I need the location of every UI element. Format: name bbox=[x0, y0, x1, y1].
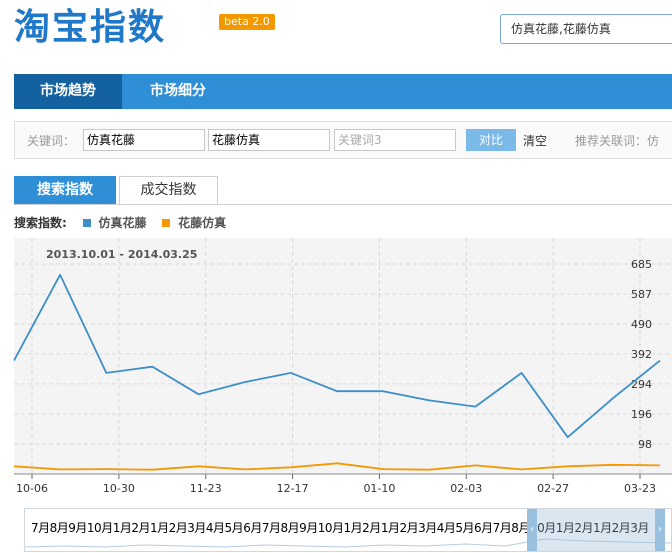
keyword-input-2[interactable]: 花藤仿真 bbox=[208, 129, 330, 151]
plot-area bbox=[14, 238, 672, 474]
timeline-month-label: 9月 bbox=[299, 521, 318, 535]
compare-button[interactable]: 对比 bbox=[466, 129, 516, 151]
x-tick-label: 03-23 bbox=[624, 482, 656, 495]
timeline-month-label: 2月 bbox=[131, 521, 150, 535]
date-range-label: 2013.10.01 - 2014.03.25 bbox=[46, 248, 197, 261]
x-tick-label: 12-17 bbox=[277, 482, 309, 495]
timeline-selection[interactable] bbox=[533, 509, 659, 551]
legend-series-2[interactable]: 花藤仿真 bbox=[178, 216, 226, 230]
timeline-handle-right[interactable]: › bbox=[655, 509, 665, 551]
timeline-month-label: 10月 bbox=[86, 521, 113, 535]
legend-title: 搜索指数: bbox=[14, 216, 67, 230]
timeline-month-label: 8月 bbox=[49, 521, 69, 535]
x-tick-label: 02-27 bbox=[537, 482, 569, 495]
timeline-month-label: 2月 bbox=[168, 521, 188, 535]
timeline-month-label: 7月 bbox=[492, 521, 512, 535]
y-tick-label: 98 bbox=[638, 438, 652, 451]
x-tick-label: 01-10 bbox=[363, 482, 395, 495]
timeline-month-label: 5月 bbox=[455, 521, 475, 535]
time-range-slider[interactable]: 7月8月9月10月1月2月1月2月3月4月5月6月7月8月9月10月1月2月1月… bbox=[24, 508, 672, 552]
tab-underline bbox=[14, 204, 672, 205]
timeline-month-label: 3月 bbox=[418, 521, 437, 535]
timeline-month-label: 7月 bbox=[31, 521, 50, 535]
tab-market-trend[interactable]: 市场趋势 bbox=[14, 74, 122, 109]
y-tick-label: 196 bbox=[631, 408, 652, 421]
timeline-month-label: 2月 bbox=[399, 521, 419, 535]
timeline-month-label: 9月 bbox=[68, 521, 87, 535]
timeline-month-label: 3月 bbox=[187, 521, 206, 535]
timeline-month-label: 1月 bbox=[112, 521, 132, 535]
keyword-bar: 关键词： 仿真花藤 花藤仿真 关键词3 对比 清空 推荐关联词：仿 bbox=[14, 121, 672, 159]
taobao-index-logo[interactable]: 淘宝指数 bbox=[14, 4, 166, 52]
y-tick-label: 294 bbox=[631, 378, 652, 391]
timeline-month-label: 6月 bbox=[243, 521, 262, 535]
timeline-month-label: 6月 bbox=[474, 521, 493, 535]
timeline-month-label: 1月 bbox=[380, 521, 400, 535]
x-tick-label: 02-03 bbox=[450, 482, 482, 495]
tab-search-index[interactable]: 搜索指数 bbox=[14, 176, 116, 205]
legend-series-1[interactable]: 仿真花藤 bbox=[98, 216, 146, 230]
tab-market-segment[interactable]: 市场细分 bbox=[122, 74, 234, 109]
y-tick-label: 685 bbox=[631, 258, 652, 271]
timeline-handle-left[interactable]: ‹ bbox=[527, 509, 537, 551]
timeline-month-label: 1月 bbox=[149, 521, 169, 535]
y-tick-label: 587 bbox=[631, 288, 652, 301]
search-input[interactable]: 仿真花藤,花藤仿真 bbox=[500, 14, 672, 44]
x-tick-label: 10-06 bbox=[16, 482, 48, 495]
timeline-month-label: 7月 bbox=[261, 521, 281, 535]
keyword-label: 关键词： bbox=[27, 134, 76, 148]
recommend-label: 推荐关联词：仿 bbox=[575, 134, 660, 148]
x-axis: 10-06 10-30 11-23 12-17 01-10 02-03 02-27 03-23 bbox=[14, 473, 672, 495]
search-index-chart: 98 196 294 392 490 587 685 10-06 10-30 11-23 12-1… bbox=[13, 238, 672, 495]
keyword-input-3[interactable]: 关键词3 bbox=[334, 129, 456, 151]
timeline-month-label: 5月 bbox=[224, 521, 244, 535]
timeline-month-label: 8月 bbox=[280, 521, 300, 535]
y-tick-label: 392 bbox=[631, 348, 652, 361]
timeline-month-label: 10月 bbox=[317, 521, 344, 535]
beta-badge: beta 2.0 bbox=[219, 14, 275, 30]
x-tick-label: 10-30 bbox=[103, 482, 135, 495]
tab-transaction-index[interactable]: 成交指数 bbox=[119, 176, 218, 205]
main-nav: 市场趋势 市场细分 bbox=[14, 74, 672, 109]
timeline-month-label: 2月 bbox=[362, 521, 381, 535]
chart-legend: 搜索指数: 仿真花藤 花藤仿真 bbox=[14, 214, 226, 232]
clear-button[interactable]: 清空 bbox=[523, 132, 547, 149]
legend-swatch-1 bbox=[82, 218, 91, 227]
timeline-month-label: 4月 bbox=[436, 521, 456, 535]
timeline-month-label: 4月 bbox=[205, 521, 225, 535]
y-tick-label: 490 bbox=[631, 318, 652, 331]
timeline-month-label: 1月 bbox=[343, 521, 363, 535]
legend-swatch-2 bbox=[162, 218, 171, 227]
x-tick-label: 11-23 bbox=[190, 482, 222, 495]
keyword-input-1[interactable]: 仿真花藤 bbox=[83, 129, 205, 151]
